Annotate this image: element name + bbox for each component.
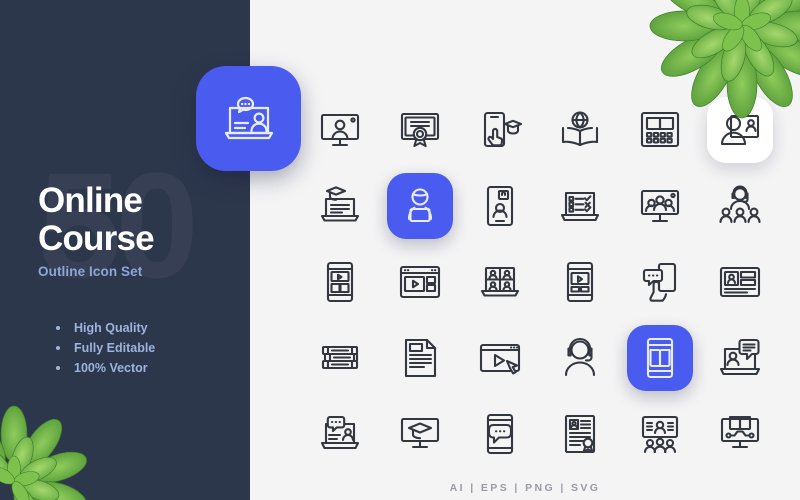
hand-phone-chat-icon	[642, 262, 677, 302]
icon-cell-video-window-cursor[interactable]	[460, 320, 540, 396]
mobile-video-player-icon	[566, 261, 594, 303]
featured-app-icon[interactable]	[196, 66, 301, 171]
icon-cell-monitor-group-call[interactable]	[620, 168, 700, 244]
title-line-1: Online	[38, 181, 143, 220]
id-card-group-icon	[641, 415, 679, 454]
bullet-icon	[56, 366, 60, 370]
monitor-book-network-icon	[720, 415, 760, 449]
icon-cell-resume-award[interactable]	[540, 396, 620, 472]
feature-label: Fully Editable	[74, 341, 156, 355]
mobile-chat-bubble-icon	[486, 413, 514, 455]
icon-cell-book-stack[interactable]	[300, 320, 380, 396]
monitor-group-call-icon	[640, 189, 680, 223]
resume-award-icon	[564, 414, 596, 454]
icon-cell-presentation-audience[interactable]	[700, 92, 780, 168]
certificate-ribbon-icon	[400, 112, 440, 148]
icon-cell-browser-video-player[interactable]	[380, 244, 460, 320]
page-subtitle: Outline Icon Set	[38, 264, 143, 279]
feature-label: 100% Vector	[74, 361, 148, 375]
globe-book-icon	[561, 111, 599, 147]
presentation-audience-icon	[720, 114, 760, 146]
video-window-cursor-icon	[479, 343, 521, 375]
laptop-video-grid-icon	[480, 266, 520, 297]
icon-cell-mobile-ebook[interactable]	[620, 320, 700, 396]
icon-cell-laptop-person-chat[interactable]	[700, 320, 780, 396]
icon-cell-monitor-book-network[interactable]	[700, 396, 780, 472]
icon-cell-monitor-graduation-cap[interactable]	[380, 396, 460, 472]
icon-cell-laptop-chat-student[interactable]	[300, 396, 380, 472]
bullet-icon	[56, 346, 60, 350]
mobile-profile-lock-icon	[486, 185, 514, 227]
feature-list: High Quality Fully Editable 100% Vector	[56, 318, 155, 378]
mobile-ebook-icon	[646, 337, 674, 379]
list-item: High Quality	[56, 318, 155, 338]
page-title: Online Course Outline Icon Set	[38, 181, 155, 280]
icon-cell-book-keyboard[interactable]	[620, 92, 700, 168]
icon-cell-laptop-checklist[interactable]	[540, 168, 620, 244]
icon-cell-mobile-chat-bubble[interactable]	[460, 396, 540, 472]
icon-cell-id-card-group[interactable]	[620, 396, 700, 472]
file-formats-label: AI | EPS | PNG | SVG	[449, 482, 601, 494]
icon-grid	[300, 92, 780, 472]
document-article-icon	[404, 338, 437, 378]
monitor-graduation-cap-icon	[400, 417, 440, 449]
mobile-graduation-tap-icon	[483, 111, 523, 148]
book-stack-icon	[321, 345, 359, 370]
headset-agent-group-icon	[719, 185, 761, 224]
icon-cell-hand-phone-chat[interactable]	[620, 244, 700, 320]
profile-card-icon	[719, 266, 761, 298]
icon-cell-laptop-graduation[interactable]	[300, 168, 380, 244]
icon-cell-mobile-video-grid[interactable]	[300, 244, 380, 320]
laptop-person-chat-icon	[719, 338, 761, 376]
icon-cell-laptop-video-grid[interactable]	[460, 244, 540, 320]
icon-cell-mobile-video-player[interactable]	[540, 244, 620, 320]
icon-set-poster: 50 Online Course Outline Icon Set High Q…	[0, 0, 800, 500]
icon-cell-student-laptop[interactable]	[380, 168, 460, 244]
icon-cell-mobile-graduation[interactable]	[460, 92, 540, 168]
list-item: Fully Editable	[56, 338, 155, 358]
monitor-person-icon	[320, 113, 360, 147]
feature-label: High Quality	[74, 321, 148, 335]
icon-cell-headset-agent-group[interactable]	[700, 168, 780, 244]
icon-cell-profile-card[interactable]	[700, 244, 780, 320]
bullet-icon	[56, 326, 60, 330]
laptop-chat-student-icon	[320, 415, 360, 450]
icon-cell-document-article[interactable]	[380, 320, 460, 396]
icon-cell-monitor-person[interactable]	[300, 92, 380, 168]
laptop-graduation-cap-icon	[320, 186, 360, 222]
icon-cell-certificate[interactable]	[380, 92, 460, 168]
title-line-2: Course	[38, 219, 155, 258]
icon-cell-globe-book[interactable]	[540, 92, 620, 168]
mobile-video-grid-icon	[326, 261, 354, 303]
headset-person-icon	[564, 337, 596, 377]
browser-video-player-icon	[399, 265, 441, 299]
list-item: 100% Vector	[56, 358, 155, 378]
laptop-checklist-icon	[560, 191, 600, 222]
icon-cell-mobile-profile-lock[interactable]	[460, 168, 540, 244]
book-keyboard-icon	[640, 111, 680, 148]
student-laptop-icon	[407, 188, 433, 223]
icon-cell-headset-person[interactable]	[540, 320, 620, 396]
laptop-chat-person-icon	[224, 96, 273, 139]
